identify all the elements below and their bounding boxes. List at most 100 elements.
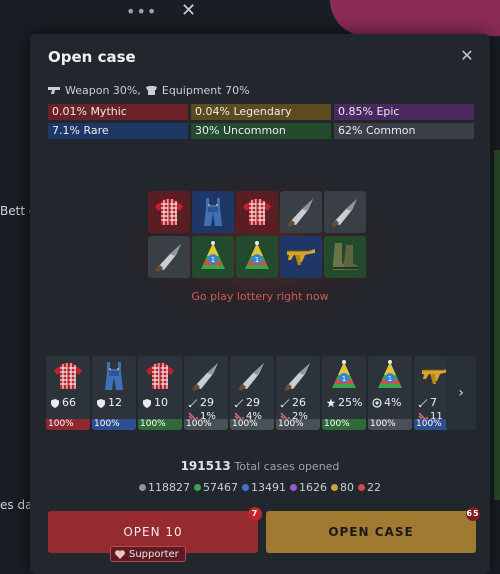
opened-item-card[interactable]: 66 100% [46,356,90,430]
drop-split: Weapon 30%, Equipment 70% [48,84,250,97]
open-case-label: OPEN CASE [328,525,414,539]
party-hat-icon: 1 [245,241,269,269]
open-case-badge: 65 [466,507,480,521]
overalls-icon [204,198,222,226]
rarity-chip: 30% Uncommon [191,123,331,139]
target-icon [372,397,382,408]
rarity-count-value: 80 [340,481,354,494]
shirt-icon [146,363,174,389]
loot-item[interactable] [324,191,366,233]
item-condition: 100% [276,419,320,430]
item-stat: 66 [50,396,76,409]
rarity-count: 22 [358,481,381,494]
loot-item[interactable] [280,191,322,233]
svg-text:1: 1 [211,256,215,264]
sword-icon [418,398,427,407]
total-cases-label: Total cases opened [234,460,340,473]
party-hat-icon: 1 [332,360,356,388]
opened-item-card[interactable]: 26 2% 100% [276,356,320,430]
shirt-icon [155,199,183,225]
party-hat-icon: 1 [201,241,225,269]
opened-item-card[interactable]: 10 100% [138,356,182,430]
item-stat: 7 [418,396,437,409]
sword-icon [188,398,197,407]
rarity-count-value: 22 [367,481,381,494]
item-stat-value: 10 [154,396,168,409]
shield-icon [143,398,151,408]
loot-item[interactable] [192,191,234,233]
knife-icon [238,363,264,391]
knife-icon [331,199,357,227]
item-stat: 25% [326,396,362,409]
rarity-dot [242,484,249,491]
modal-title: Open case [48,48,136,66]
item-stat-value: 29 [200,396,214,409]
weapon-percent: Weapon 30%, [65,84,141,97]
svg-text:1: 1 [342,375,346,383]
open-case-button[interactable]: OPEN CASE 65 [266,507,480,553]
svg-text:1: 1 [388,375,392,383]
rarity-dot [290,484,297,491]
armor-icon [145,86,157,95]
case-loot-preview: 11 [148,191,366,278]
rarity-count: 13491 [242,481,286,494]
star-icon [326,398,336,407]
background-close-icon[interactable]: ✕ [181,0,196,21]
item-stat-value: 29 [246,396,260,409]
knife-icon [155,244,181,272]
pistol-icon [48,87,60,94]
total-cases: 191513 Total cases opened [30,459,490,473]
item-condition: 100% [368,419,412,430]
rarity-count: 80 [331,481,354,494]
rarity-count-value: 1626 [299,481,327,494]
scroll-right-button[interactable]: › [446,356,476,430]
boots-icon [333,243,358,270]
opened-item-card[interactable]: 29 1% 100% [184,356,228,430]
opened-item-card[interactable]: 1 4% 100% [368,356,412,430]
shield-icon [51,398,59,408]
loot-item[interactable] [324,236,366,278]
item-stat-value: 26 [292,396,306,409]
golden-rifle-icon [287,249,315,265]
open-case-modal: Open case ✕ Weapon 30%, Equipment 70% 0.… [30,34,490,574]
open-10-label: OPEN 10 [123,525,183,539]
loot-item[interactable] [236,191,278,233]
rarity-count: 57467 [194,481,238,494]
rarity-chip: 0.04% Legendary [191,104,331,120]
opened-item-card[interactable]: 29 4% 100% [230,356,274,430]
loot-item[interactable]: 1 [192,236,234,278]
party-hat-icon: 1 [378,360,402,388]
rarity-dot [331,484,338,491]
loot-item[interactable]: 1 [236,236,278,278]
open-10-badge: 7 [248,507,262,521]
sword-icon [234,398,243,407]
opened-item-card[interactable]: 1 25% 100% [322,356,366,430]
rarity-dot [358,484,365,491]
heart-icon [115,549,125,559]
map-region [330,0,500,36]
loot-item[interactable] [148,236,190,278]
item-condition: 100% [230,419,274,430]
item-stat: 29 [234,396,260,409]
opened-item-card[interactable]: 12 100% [92,356,136,430]
opened-items-strip: 66 100% 12 100% 10 100% 29 1% 100% 29 4% 100% 26 2% 10… [46,356,486,430]
more-menu-icon[interactable]: ••• [126,2,157,21]
rarity-count: 1626 [290,481,327,494]
item-stat-value: 4% [384,396,402,409]
sword-icon [280,398,289,407]
knife-icon [192,363,218,391]
rarity-odds: 0.01% Mythic 0.04% Legendary 0.85% Epic 7.1… [48,104,474,139]
lottery-message: Go play lottery right now [191,290,329,303]
equipment-percent: Equipment 70% [161,84,250,97]
loot-item[interactable] [280,236,322,278]
shirt-icon [243,199,271,225]
item-stat-value: 25% [338,396,363,409]
item-stat-value: 12 [108,396,122,409]
svg-text:1: 1 [255,256,259,264]
item-condition: 100% [184,419,228,430]
loot-item[interactable] [148,191,190,233]
rarity-counts: 118827 57467 13491 1626 80 22 [30,481,490,494]
close-icon[interactable]: ✕ [456,46,478,68]
item-condition: 100% [322,419,366,430]
shirt-icon [54,363,82,389]
